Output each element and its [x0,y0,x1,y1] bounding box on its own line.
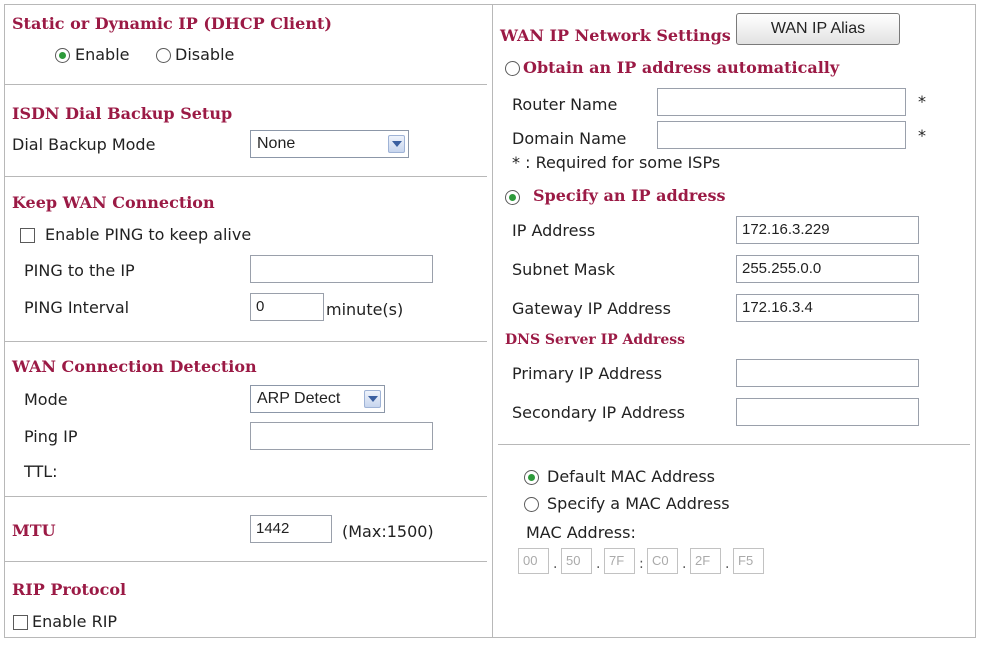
mac-address-label: MAC Address: [526,523,636,542]
chevron-down-icon [364,390,381,408]
mac-separator: . [553,556,558,572]
gateway-label: Gateway IP Address [512,299,671,318]
router-name-label: Router Name [512,95,618,114]
subnet-mask-label: Subnet Mask [512,260,616,279]
primary-dns-label: Primary IP Address [512,364,663,383]
mac-octet-5[interactable]: 2F [690,548,721,574]
static-dynamic-title: Static or Dynamic IP (DHCP Client) [12,14,332,33]
detection-mode-value: ARP Detect [257,390,341,407]
mtu-title: MTU [12,521,56,540]
default-mac-radio[interactable] [524,470,539,485]
wan-ip-settings-title: WAN IP Network Settings [500,26,731,45]
secondary-dns-input[interactable] [736,398,919,426]
wan-ip-alias-button[interactable]: WAN IP Alias [736,13,900,45]
disable-label: Disable [175,45,235,64]
ttl-label: TTL: [24,462,58,481]
required-mark: * [918,92,926,111]
rip-title: RIP Protocol [12,580,127,599]
divider [5,176,487,177]
required-note: * : Required for some ISPs [512,153,721,172]
secondary-dns-label: Secondary IP Address [512,403,685,422]
primary-dns-input[interactable] [736,359,919,387]
specify-mac-radio[interactable] [524,497,539,512]
mac-separator: . [725,556,730,572]
detection-mode-label: Mode [24,390,68,409]
enable-rip-checkbox[interactable] [13,615,28,630]
detection-ping-ip-input[interactable] [250,422,433,450]
enable-radio[interactable] [55,48,70,63]
keep-wan-title: Keep WAN Connection [12,193,215,212]
detection-mode-select[interactable]: ARP Detect [250,385,385,413]
mac-octet-1[interactable]: 00 [518,548,549,574]
ping-interval-unit: minute(s) [326,300,404,319]
dial-backup-mode-select[interactable]: None [250,130,409,158]
enable-rip-label: Enable RIP [32,612,118,631]
ping-interval-label: PING Interval [24,298,130,317]
required-mark: * [918,126,926,145]
subnet-mask-input[interactable]: 255.255.0.0 [736,255,919,283]
divider [5,496,487,497]
divider [5,561,487,562]
gateway-input[interactable]: 172.16.3.4 [736,294,919,322]
detection-ping-ip-label: Ping IP [24,427,78,446]
column-divider [492,4,493,638]
obtain-auto-label: Obtain an IP address automatically [523,58,840,77]
divider [498,444,970,445]
mac-octet-2[interactable]: 50 [561,548,592,574]
chevron-down-icon [388,135,405,153]
domain-name-label: Domain Name [512,129,627,148]
ping-ip-input[interactable] [250,255,433,283]
disable-radio[interactable] [156,48,171,63]
mac-octet-3[interactable]: 7F [604,548,635,574]
specify-ip-radio[interactable] [505,190,520,205]
enable-label: Enable [75,45,130,64]
ping-keepalive-checkbox[interactable] [20,228,35,243]
mac-separator: . [682,556,687,572]
mac-separator: . [596,556,601,572]
divider [5,84,487,85]
isdn-title: ISDN Dial Backup Setup [12,104,233,123]
specify-mac-label: Specify a MAC Address [547,494,730,513]
dial-backup-mode-label: Dial Backup Mode [12,135,156,154]
router-name-input[interactable] [657,88,906,116]
mtu-input[interactable]: 1442 [250,515,332,543]
ip-address-label: IP Address [512,221,596,240]
specify-ip-label: Specify an IP address [533,186,726,205]
ping-keepalive-label: Enable PING to keep alive [45,225,252,244]
mac-octet-4[interactable]: C0 [647,548,678,574]
ping-interval-input[interactable]: 0 [250,293,324,321]
divider [5,341,487,342]
detection-title: WAN Connection Detection [12,357,257,376]
dial-backup-mode-value: None [257,135,296,152]
default-mac-label: Default MAC Address [547,467,715,486]
mac-separator: : [639,556,644,572]
mtu-max-text: (Max:1500) [342,522,434,541]
domain-name-input[interactable] [657,121,906,149]
dns-title: DNS Server IP Address [505,332,686,348]
obtain-auto-radio[interactable] [505,61,520,76]
mac-octet-6[interactable]: F5 [733,548,764,574]
ping-ip-label: PING to the IP [24,261,135,280]
ip-address-input[interactable]: 172.16.3.229 [736,216,919,244]
